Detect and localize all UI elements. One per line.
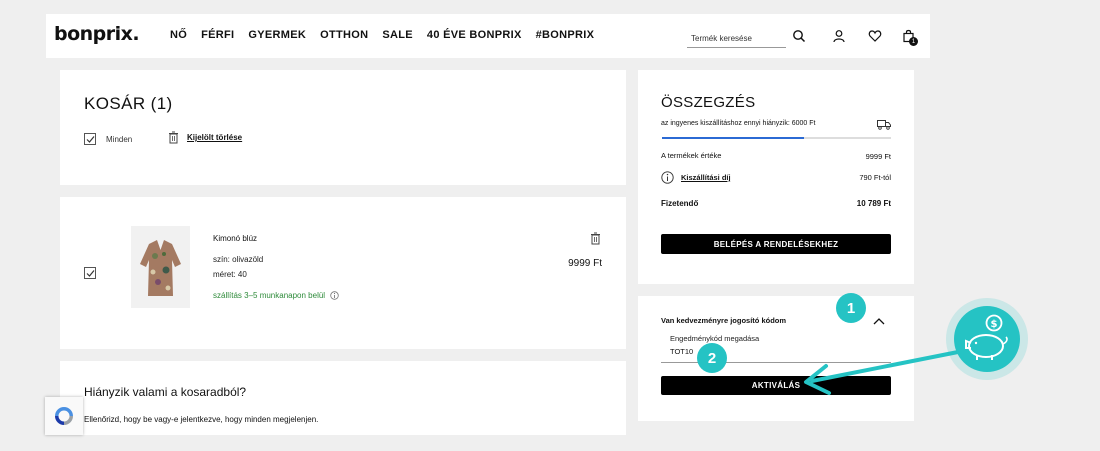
chevron-up-icon[interactable]	[873, 317, 885, 325]
cart-title: KOSÁR (1)	[84, 94, 173, 113]
search-input[interactable]	[687, 29, 786, 48]
heart-icon[interactable]	[868, 29, 882, 43]
product-size: méret: 40	[213, 270, 247, 279]
svg-text:$: $	[991, 319, 998, 330]
product-color: szín: olivazöld	[213, 255, 264, 264]
cart-header-card: KOSÁR (1) Minden Kijelölt törlése	[60, 70, 626, 185]
nav-item-hashtag-bonprix[interactable]: #BONPRIX	[536, 29, 595, 41]
missing-items-card: Hiányzik valami a kosaradból? Ellenőrizd…	[60, 361, 626, 435]
delivery-text: szállítás 3–5 munkanapon belül	[213, 291, 326, 300]
delivery-truck-icon	[877, 120, 891, 130]
piggy-bank-badge: $	[954, 306, 1020, 372]
summary-title: ÖSSZEGZÉS	[661, 94, 756, 111]
product-value: 9999 Ft	[865, 152, 891, 161]
nav-item-sale[interactable]: SALE	[382, 29, 413, 41]
select-all-label: Minden	[106, 135, 133, 144]
select-all-checkbox[interactable]	[84, 133, 96, 145]
coupon-field-value[interactable]: TOT10	[670, 347, 693, 356]
check-icon	[86, 136, 95, 143]
coupon-code-field[interactable]: Engedménykód megadása TOT10	[661, 331, 891, 363]
nav-item-otthon[interactable]: OTTHON	[320, 29, 368, 41]
delete-selected-link[interactable]: Kijelölt törlése	[187, 133, 242, 142]
product-checkbox[interactable]	[84, 267, 96, 279]
product-name[interactable]: Kimonó blúz	[213, 234, 257, 243]
product-value-label: A termékek értéke	[661, 151, 722, 160]
trash-icon[interactable]	[168, 131, 179, 144]
total-label: Fizetendő	[661, 199, 699, 208]
checkout-button[interactable]: BELÉPÉS A RENDELÉSEKHEZ	[661, 234, 891, 254]
user-icon[interactable]	[832, 29, 846, 43]
activate-button[interactable]: AKTIVÁLÁS	[661, 376, 891, 395]
info-icon[interactable]	[661, 171, 674, 184]
nav-item-gyermek[interactable]: GYERMEK	[248, 29, 306, 41]
missing-text: Ellenőrizd, hogy be vagy-e jelentkezve, …	[84, 415, 319, 424]
recaptcha-icon	[55, 407, 73, 425]
nav-item-40-eve[interactable]: 40 ÉVE BONPRIX	[427, 29, 522, 41]
coupon-title[interactable]: Van kedvezményre jogosító kódom	[661, 316, 786, 325]
product-price: 9999 Ft	[568, 258, 602, 269]
product-card: Kimonó blúz szín: olivazöld méret: 40 sz…	[60, 197, 626, 349]
step-2-badge: 2	[697, 343, 727, 373]
free-shipping-progress	[662, 137, 891, 139]
recaptcha-badge[interactable]	[45, 397, 83, 435]
coupon-card: Van kedvezményre jogosító kódom Engedmén…	[638, 296, 914, 421]
site-header: bonprix. NŐ FÉRFI GYERMEK OTTHON SALE 40…	[46, 14, 930, 58]
coupon-field-label: Engedménykód megadása	[670, 334, 760, 343]
main-nav: NŐ FÉRFI GYERMEK OTTHON SALE 40 ÉVE BONP…	[170, 29, 594, 41]
delivery-info: szállítás 3–5 munkanapon belül	[213, 291, 340, 300]
trash-icon[interactable]	[590, 232, 601, 245]
bonprix-logo[interactable]: bonprix.	[54, 23, 140, 45]
nav-item-no[interactable]: NŐ	[170, 29, 187, 41]
cart-count-badge: 1	[909, 37, 918, 46]
info-icon[interactable]	[330, 291, 340, 300]
progress-fill	[662, 137, 804, 139]
check-icon	[86, 270, 95, 277]
total-value: 10 789 Ft	[856, 199, 891, 208]
kimono-blouse-image	[140, 240, 181, 296]
summary-card: ÖSSZEGZÉS az ingyenes kiszállításhoz enn…	[638, 70, 914, 284]
shipping-fee-link[interactable]: Kiszállítási díj	[681, 173, 731, 182]
shipping-fee-value: 790 Ft-tól	[859, 173, 891, 182]
piggy-bank-icon: $	[965, 314, 1008, 360]
product-image[interactable]	[131, 226, 190, 308]
missing-title: Hiányzik valami a kosaradból?	[84, 385, 247, 399]
nav-item-ferfi[interactable]: FÉRFI	[201, 29, 234, 41]
search-icon[interactable]	[792, 29, 806, 43]
free-shipping-text: az ingyenes kiszállításhoz ennyi hiányzi…	[661, 120, 816, 127]
step-1-badge: 1	[836, 293, 866, 323]
